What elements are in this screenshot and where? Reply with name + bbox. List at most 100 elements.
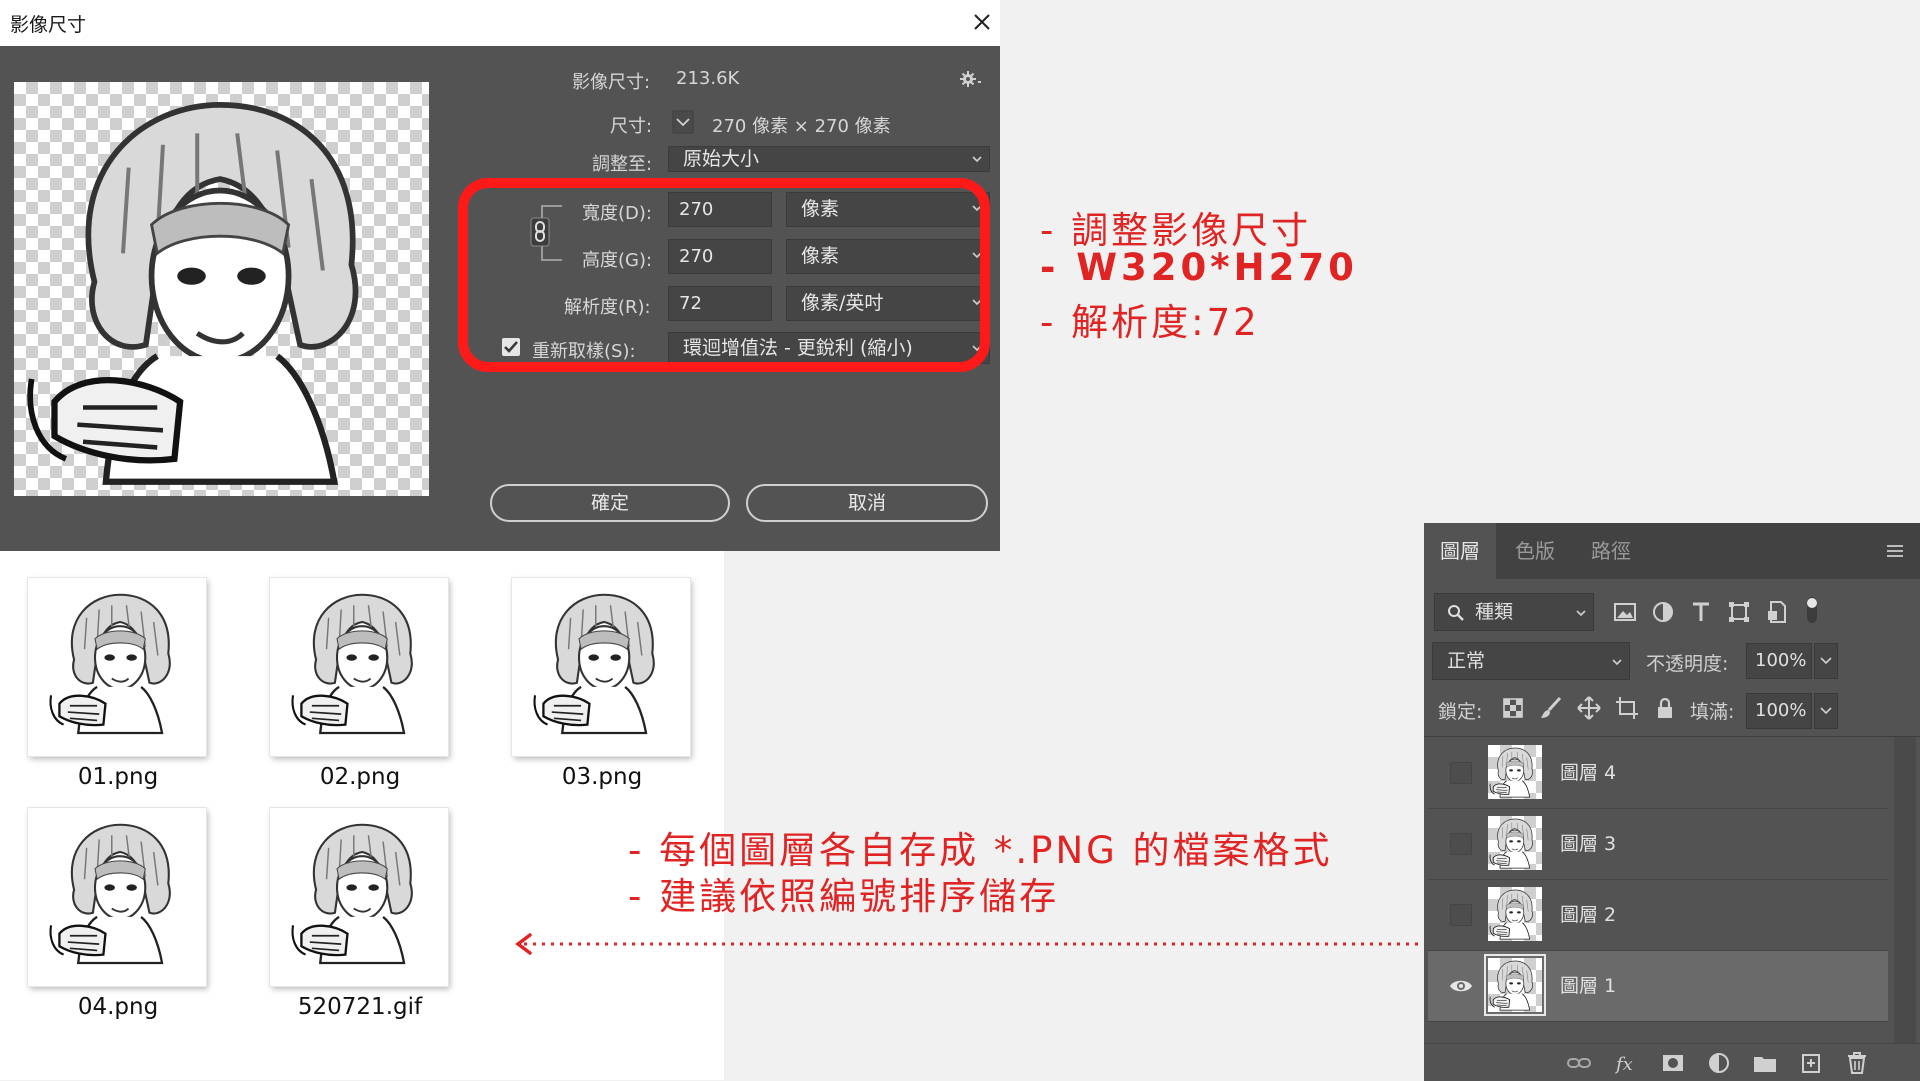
- sketch-image: [1489, 818, 1533, 869]
- layer-name: 圖層 3: [1560, 833, 1617, 855]
- file-name[interactable]: 04.png: [8, 994, 228, 1020]
- svg-text:fx: fx: [1614, 1054, 1633, 1075]
- layers-scrollbar[interactable]: [1894, 737, 1916, 1077]
- eye-icon[interactable]: [1448, 973, 1474, 999]
- sketch-image: [1489, 889, 1533, 940]
- fit-to-select[interactable]: 原始大小: [668, 146, 990, 172]
- close-icon[interactable]: [968, 8, 996, 36]
- layer-mask-icon[interactable]: [1660, 1050, 1686, 1076]
- layer-thumbnail: [1484, 954, 1546, 1016]
- blend-mode: 正常: [1447, 650, 1486, 672]
- fill-label: 填滿:: [1690, 701, 1735, 723]
- file-thumbnail[interactable]: [270, 808, 448, 986]
- dialog-title: 影像尺寸: [10, 14, 87, 36]
- adjustment-layer-icon[interactable]: [1706, 1050, 1732, 1076]
- tab-paths[interactable]: 路徑: [1574, 523, 1648, 579]
- chevron-down-icon: [1820, 707, 1832, 715]
- filter-kind-label: 種類: [1475, 601, 1514, 623]
- chevron-down-icon: [972, 156, 982, 163]
- layer-row[interactable]: 圖層 2: [1428, 880, 1888, 951]
- ok-button[interactable]: 確定: [490, 484, 730, 522]
- sketch-image: [533, 593, 655, 735]
- filter-kind-select[interactable]: 種類: [1434, 593, 1594, 631]
- chevron-down-icon: [1820, 657, 1832, 665]
- tab-channels[interactable]: 色版: [1498, 523, 1572, 579]
- fill-dropdown[interactable]: [1814, 693, 1838, 729]
- chevron-down-icon: [1612, 659, 1622, 666]
- resize-note-3: - 解析度:72: [1040, 301, 1260, 344]
- cancel-button[interactable]: 取消: [746, 484, 988, 522]
- trash-icon[interactable]: [1844, 1050, 1870, 1076]
- dotted-arrow: [512, 932, 1426, 956]
- dimensions-label: 尺寸:: [610, 116, 653, 137]
- highlight-box: [458, 178, 990, 372]
- layer-thumbnail: [1488, 887, 1542, 941]
- opacity-input[interactable]: 100%: [1746, 643, 1812, 679]
- layer-row[interactable]: 圖層 3: [1428, 809, 1888, 880]
- fit-to-label: 調整至:: [592, 154, 653, 175]
- brush-icon[interactable]: [1538, 695, 1564, 721]
- file-thumbnail[interactable]: [270, 578, 448, 756]
- sketch-image: [1489, 960, 1533, 1011]
- divider: [1424, 736, 1920, 737]
- new-layer-icon[interactable]: [1798, 1050, 1824, 1076]
- opacity-label: 不透明度:: [1646, 653, 1729, 675]
- opacity-dropdown[interactable]: [1814, 643, 1838, 679]
- filter-toggle-icon[interactable]: [1804, 595, 1820, 625]
- sketch-image: [49, 593, 171, 735]
- export-note-2: - 建議依照編號排序儲存: [628, 875, 1060, 918]
- file-thumbnail[interactable]: [28, 808, 206, 986]
- file-name[interactable]: 01.png: [8, 764, 228, 790]
- folder-icon[interactable]: [1752, 1050, 1778, 1076]
- fit-to-value: 原始大小: [683, 148, 760, 170]
- lock-icon[interactable]: [1652, 695, 1678, 721]
- sketch-image: [1489, 747, 1533, 798]
- panel-menu-icon[interactable]: [1884, 543, 1906, 559]
- tab-layers[interactable]: 圖層: [1424, 523, 1496, 579]
- lock-transparency-icon[interactable]: [1500, 695, 1526, 721]
- adjustment-filter-icon[interactable]: [1650, 599, 1676, 625]
- smart-object-filter-icon[interactable]: [1764, 599, 1790, 625]
- file-name[interactable]: 520721.gif: [250, 994, 470, 1020]
- dimensions-value: 270 像素 × 270 像素: [712, 116, 891, 137]
- gear-icon[interactable]: [958, 68, 984, 90]
- chevron-down-icon: [1576, 610, 1586, 617]
- dialog-titlebar: 影像尺寸: [0, 0, 1000, 46]
- fx-icon[interactable]: fx: [1614, 1050, 1640, 1076]
- pixel-filter-icon[interactable]: [1612, 599, 1638, 625]
- file-name[interactable]: 02.png: [250, 764, 470, 790]
- resize-note-2: - W320*H270: [1040, 246, 1358, 289]
- artboard-icon[interactable]: [1614, 695, 1640, 721]
- search-icon: [1448, 605, 1464, 621]
- fill-input[interactable]: 100%: [1746, 693, 1812, 729]
- image-size-label: 影像尺寸:: [572, 72, 651, 93]
- image-size-value: 213.6K: [676, 68, 740, 89]
- layers-bottom-toolbar: fx: [1424, 1043, 1920, 1081]
- layer-name: 圖層 4: [1560, 762, 1617, 784]
- blend-mode-select[interactable]: 正常: [1432, 642, 1630, 680]
- sketch-image: [291, 823, 413, 965]
- sketch-image: [49, 823, 171, 965]
- chevron-down-icon: [672, 110, 694, 134]
- layers-tab-bar: 圖層 色版 路徑: [1424, 523, 1920, 579]
- type-filter-icon[interactable]: [1688, 599, 1714, 625]
- layer-row-selected[interactable]: 圖層 1: [1428, 951, 1888, 1022]
- link-layers-icon[interactable]: [1566, 1050, 1592, 1076]
- shape-filter-icon[interactable]: [1726, 599, 1752, 625]
- file-thumbnail[interactable]: [512, 578, 690, 756]
- layer-thumbnail: [1488, 816, 1542, 870]
- visibility-toggle[interactable]: [1450, 833, 1472, 855]
- layer-row[interactable]: 圖層 4: [1428, 738, 1888, 809]
- layer-thumbnail: [1488, 745, 1542, 799]
- preview-sketch: [14, 82, 429, 496]
- image-preview[interactable]: [14, 82, 429, 496]
- visibility-toggle[interactable]: [1450, 904, 1472, 926]
- file-name[interactable]: 03.png: [492, 764, 712, 790]
- move-icon[interactable]: [1576, 695, 1602, 721]
- visibility-toggle[interactable]: [1450, 762, 1472, 784]
- layer-name: 圖層 1: [1560, 975, 1617, 997]
- file-thumbnail[interactable]: [28, 578, 206, 756]
- lock-label: 鎖定:: [1438, 701, 1483, 723]
- sketch-image: [291, 593, 413, 735]
- dimensions-dropdown[interactable]: [672, 110, 694, 134]
